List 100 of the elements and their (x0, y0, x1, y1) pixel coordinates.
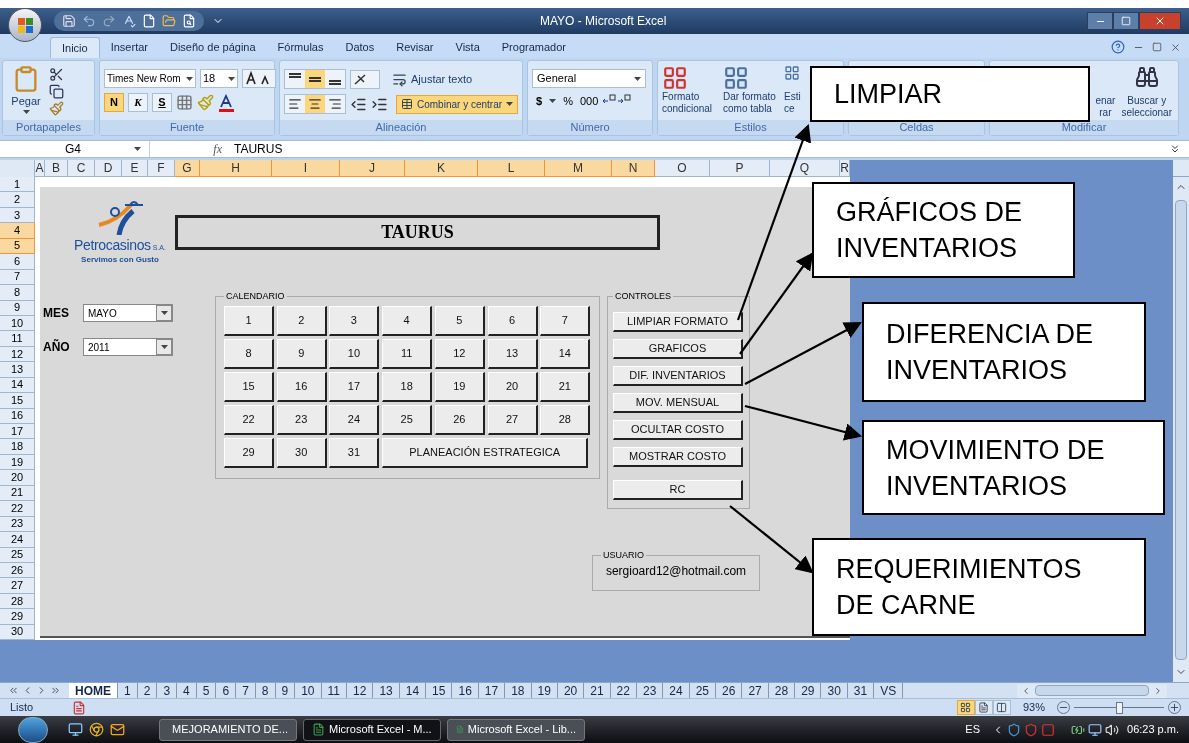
thousands-button[interactable]: 000 (579, 93, 599, 110)
column-header[interactable]: P (710, 160, 770, 177)
dropdown-icon[interactable] (156, 339, 172, 355)
column-header[interactable]: I (272, 160, 340, 177)
font-name-field[interactable]: Times New Rom (104, 69, 196, 88)
row-header[interactable]: 15 (0, 393, 35, 409)
form-button[interactable]: 15 (224, 371, 274, 402)
form-button[interactable]: GRAFICOS (613, 338, 743, 359)
form-button[interactable]: 20 (487, 371, 538, 402)
vertical-align-button[interactable] (305, 70, 325, 88)
paste-button[interactable]: Pegar (7, 65, 45, 114)
font-size-icon[interactable] (242, 69, 276, 88)
underline-button[interactable]: S (152, 93, 172, 112)
row-header[interactable]: 29 (0, 609, 35, 625)
form-button[interactable]: 12 (434, 338, 485, 369)
row-header[interactable]: 27 (0, 578, 35, 594)
macro-record-icon[interactable] (72, 700, 86, 715)
form-button[interactable]: 30 (276, 437, 327, 468)
row-header[interactable]: 17 (0, 424, 35, 440)
ribbon-tab[interactable]: Revisar (385, 37, 445, 58)
column-header[interactable]: J (340, 160, 405, 177)
form-button[interactable]: 25 (382, 404, 433, 435)
ribbon-tab[interactable]: Programador (490, 37, 577, 58)
style-button[interactable]: Esti ce (784, 65, 802, 115)
horizontal-scrollbar[interactable] (1017, 683, 1167, 698)
horizontal-align-button[interactable] (285, 95, 305, 113)
row-header[interactable]: 11 (0, 331, 35, 347)
row-header[interactable]: 20 (0, 470, 35, 486)
form-button[interactable]: 24 (329, 404, 380, 435)
ribbon-tab[interactable]: Diseño de página (159, 37, 267, 58)
network-icon[interactable] (1088, 722, 1102, 737)
ribbon-tab[interactable]: Inicio (50, 37, 100, 58)
form-button[interactable]: 19 (434, 371, 485, 402)
restore-button[interactable] (1113, 12, 1139, 30)
formula-field[interactable]: TAURUS (230, 140, 1169, 158)
row-header[interactable]: 22 (0, 501, 35, 517)
bold-button[interactable]: N (104, 93, 124, 112)
mail-icon[interactable] (110, 722, 125, 737)
scroll-right-icon[interactable] (1153, 685, 1163, 696)
tray-app-icon[interactable] (1041, 722, 1055, 737)
last-sheet-icon[interactable] (50, 685, 61, 696)
merge-center-button[interactable]: Combinar y centrar (396, 94, 519, 114)
taskbar-button[interactable]: MEJORAMIENTO DE... (159, 718, 297, 741)
wrap-text-button[interactable]: Ajustar texto (392, 70, 473, 88)
column-header[interactable]: D (95, 160, 122, 177)
editing-button[interactable]: enar rar (1095, 65, 1116, 119)
language-indicator[interactable]: ES (965, 721, 980, 738)
column-header[interactable]: G (175, 160, 200, 177)
slider-thumb[interactable] (1116, 701, 1123, 714)
dropdown-field[interactable]: MAYO (83, 304, 173, 322)
save-icon[interactable] (62, 14, 76, 28)
form-button[interactable]: 1 (224, 305, 274, 336)
column-header[interactable]: C (68, 160, 95, 177)
form-button[interactable]: 16 (276, 371, 327, 402)
browser-icon[interactable] (89, 722, 104, 737)
row-header[interactable]: 24 (0, 532, 35, 548)
row-header[interactable]: 4 (0, 223, 35, 239)
vertical-align-button[interactable] (325, 70, 345, 88)
column-header[interactable]: E (122, 160, 148, 177)
ribbon-tab[interactable]: Datos (334, 37, 386, 58)
shield-icon[interactable] (1024, 722, 1038, 737)
currency-button[interactable]: $ (532, 93, 547, 110)
form-button[interactable]: PLANEACIÓN ESTRATEGICA (382, 437, 589, 468)
print-preview-icon[interactable] (182, 14, 196, 28)
zoom-in-icon[interactable] (1168, 701, 1181, 714)
row-header[interactable]: 6 (0, 254, 35, 270)
percent-button[interactable]: % (559, 93, 577, 110)
horizontal-align-button[interactable] (305, 95, 325, 113)
form-button[interactable]: RC (613, 479, 743, 500)
form-button[interactable]: 9 (276, 338, 327, 369)
form-button[interactable]: 3 (329, 305, 380, 336)
horizontal-align-button[interactable] (325, 95, 345, 113)
first-sheet-icon[interactable] (8, 685, 19, 696)
row-header[interactable]: 1 (0, 177, 35, 193)
form-button[interactable]: 26 (434, 404, 485, 435)
form-button[interactable]: 27 (487, 404, 538, 435)
form-button[interactable]: 23 (276, 404, 327, 435)
ribbon-tab[interactable]: Vista (444, 37, 491, 58)
form-button[interactable]: 18 (382, 371, 433, 402)
form-button[interactable]: 11 (382, 338, 433, 369)
column-header[interactable]: M (545, 160, 612, 177)
name-box[interactable]: G4 (0, 141, 150, 157)
spellcheck-icon[interactable] (122, 14, 136, 28)
row-header[interactable]: 13 (0, 362, 35, 378)
vertical-scrollbar[interactable] (1173, 177, 1189, 682)
close-icon[interactable] (1170, 41, 1181, 53)
form-button[interactable]: 14 (540, 338, 591, 369)
form-button[interactable]: 31 (329, 437, 380, 468)
clock[interactable]: 06:23 p.m. (1127, 721, 1179, 738)
vertical-align-button[interactable] (285, 70, 305, 88)
start-button[interactable] (18, 716, 48, 743)
number-format-field[interactable]: General (532, 69, 646, 88)
sheet-tab[interactable]: HOME (69, 683, 118, 698)
row-header[interactable]: 18 (0, 439, 35, 455)
editing-button[interactable]: Buscar y seleccionar (1121, 65, 1172, 119)
form-button[interactable]: DIF. INVENTARIOS (613, 365, 743, 386)
form-button[interactable]: 10 (329, 338, 380, 369)
shield-icon[interactable] (1007, 722, 1021, 737)
function-label[interactable]: fx (213, 140, 222, 158)
text-orientation-icon[interactable] (350, 69, 380, 89)
